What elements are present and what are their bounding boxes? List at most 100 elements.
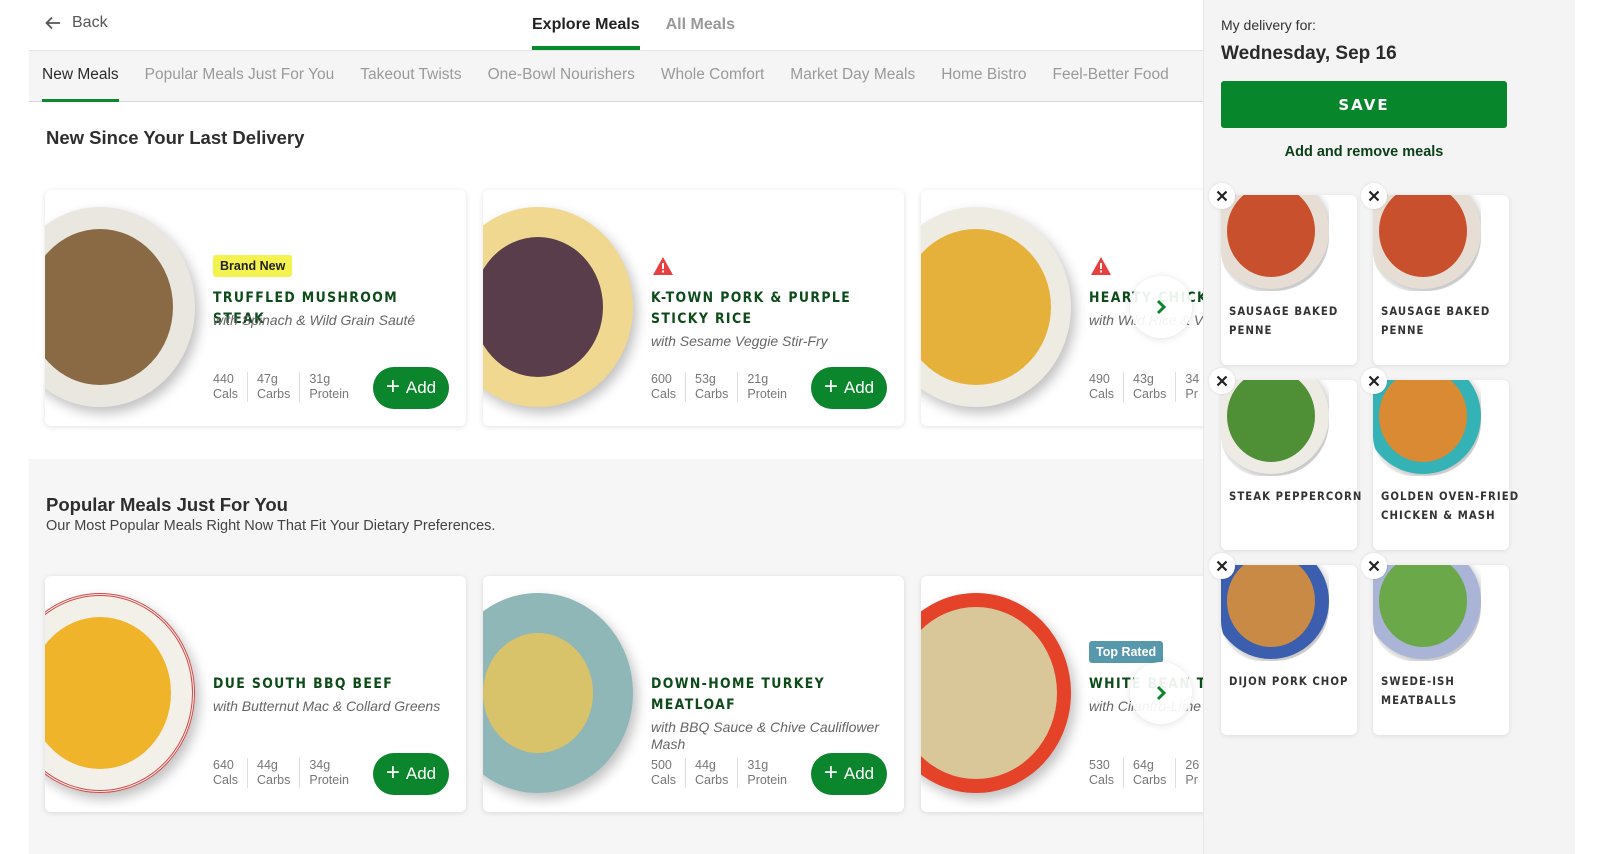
remove-meal-button[interactable]: [1361, 553, 1387, 579]
top-bar: Back Explore Meals All Meals: [0, 0, 1232, 50]
meal-image: [1221, 195, 1329, 291]
save-button[interactable]: SAVE: [1221, 81, 1507, 128]
category-tab-market-day-meals[interactable]: Market Day Meals: [790, 51, 915, 102]
category-tab-one-bowl-nourishers[interactable]: One-Bowl Nourishers: [488, 51, 635, 102]
meal-image: [483, 207, 633, 407]
meal-subtitle: with Sesame Veggie Stir-Fry: [651, 333, 828, 349]
selected-meal-name: SWEDE-ISH MEATBALLS: [1381, 674, 1458, 707]
section-new-since-last-delivery: New Since Your Last Delivery Brand New T…: [29, 102, 1232, 459]
meal-subtitle: with Spinach & Wild Grain Sauté: [213, 312, 416, 328]
meal-card[interactable]: Brand New TRUFFLED MUSHROOM STEAK with S…: [45, 190, 466, 426]
add-meal-button[interactable]: + Add: [373, 367, 449, 409]
calories: 440 Cals: [213, 372, 239, 401]
selected-meal-name: SAUSAGE BAKED PENNE: [1229, 304, 1339, 337]
selected-meal-card[interactable]: STEAK PEPPERCORN: [1221, 380, 1361, 550]
meal-image: [921, 207, 1071, 407]
carbs: 64g Carbs: [1123, 758, 1175, 788]
selected-meal-name: STEAK PEPPERCORN: [1229, 489, 1363, 503]
meal-card[interactable]: DOWN-HOME TURKEY MEATLOAF with BBQ Sauce…: [483, 576, 904, 812]
section-subtitle: Our Most Popular Meals Right Now That Fi…: [46, 518, 496, 534]
main-content: Back Explore Meals All Meals New Meals P…: [0, 0, 1232, 854]
protein: 34g Protein: [299, 758, 358, 788]
category-tab-feel-better-food[interactable]: Feel-Better Food: [1052, 51, 1168, 102]
selected-meal-card[interactable]: SAUSAGE BAKED PENNE: [1221, 195, 1357, 365]
category-tab-new-meals[interactable]: New Meals: [42, 51, 119, 103]
carbs: 53g Carbs: [685, 372, 737, 402]
category-tab-popular-meals[interactable]: Popular Meals Just For You: [145, 51, 335, 102]
tab-explore-meals[interactable]: Explore Meals: [532, 0, 640, 50]
carousel-next-button[interactable]: [1130, 276, 1192, 338]
chevron-right-icon: [1156, 685, 1167, 701]
nutrition-info: 500 Cals 44g Carbs 31g Protein: [651, 758, 796, 788]
meal-subtitle: with Butternut Mac & Collard Greens: [213, 698, 441, 714]
protein: 21g Protein: [737, 372, 796, 402]
meal-subtitle: with BBQ Sauce & Chive Cauliflower Mash: [651, 719, 879, 752]
category-nav: New Meals Popular Meals Just For You Tak…: [29, 50, 1232, 103]
protein: 31g Protein: [299, 372, 358, 402]
meal-image: [45, 593, 195, 793]
meal-card[interactable]: K-TOWN PORK & PURPLE STICKY RICE with Se…: [483, 190, 904, 426]
meal-card[interactable]: DUE SOUTH BBQ BEEF with Butternut Mac & …: [45, 576, 466, 812]
protein: 31g Protein: [737, 758, 796, 788]
nutrition-info: 490 Cals 43g Carbs 34 Pr: [1089, 372, 1208, 402]
plus-icon: +: [385, 373, 400, 400]
meal-name: DUE SOUTH BBQ BEEF: [213, 676, 394, 692]
back-button[interactable]: Back: [44, 14, 108, 32]
carbs: 43g Carbs: [1123, 372, 1175, 402]
close-icon: [1368, 375, 1380, 387]
selected-meal-card[interactable]: DIJON PORK CHOP: [1221, 565, 1357, 735]
selected-meal-card[interactable]: SAUSAGE BAKED PENNE: [1373, 195, 1509, 365]
remove-meal-button[interactable]: [1209, 183, 1235, 209]
nutrition-info: 640 Cals 44g Carbs 34g Protein: [213, 758, 358, 788]
category-tab-home-bistro[interactable]: Home Bistro: [941, 51, 1026, 102]
close-icon: [1216, 190, 1228, 202]
selected-meal-card[interactable]: GOLDEN OVEN-FRIED CHICKEN & MASH: [1373, 380, 1518, 550]
plus-icon: +: [385, 759, 400, 786]
selected-meal-name: GOLDEN OVEN-FRIED CHICKEN & MASH: [1381, 489, 1520, 522]
remove-meal-button[interactable]: [1209, 368, 1235, 394]
selected-meal-card[interactable]: SWEDE-ISH MEATBALLS: [1373, 565, 1509, 735]
remove-meal-button[interactable]: [1209, 553, 1235, 579]
category-tab-whole-comfort[interactable]: Whole Comfort: [661, 51, 764, 102]
meal-image: [1221, 380, 1329, 476]
tab-all-meals[interactable]: All Meals: [666, 0, 735, 50]
remove-meal-button[interactable]: [1361, 368, 1387, 394]
top-rated-badge: Top Rated: [1089, 641, 1164, 663]
meal-image: [45, 207, 195, 407]
delivery-sidebar: My delivery for: Wednesday, Sep 16 SAVE …: [1203, 0, 1575, 854]
warning-icon: [653, 257, 673, 275]
carousel-next-button[interactable]: [1130, 662, 1192, 724]
close-icon: [1368, 560, 1380, 572]
close-icon: [1368, 190, 1380, 202]
warning-icon: [1091, 257, 1111, 275]
carbs: 44g Carbs: [685, 758, 737, 788]
selected-meal-name: DIJON PORK CHOP: [1229, 674, 1349, 688]
carbs: 47g Carbs: [247, 372, 299, 402]
category-tab-takeout-twists[interactable]: Takeout Twists: [360, 51, 461, 102]
brand-new-badge: Brand New: [213, 255, 293, 277]
add-meal-button[interactable]: + Add: [811, 367, 887, 409]
section-popular-meals: Popular Meals Just For You Our Most Popu…: [29, 459, 1232, 854]
view-tabs: Explore Meals All Meals: [532, 0, 735, 50]
delivery-date: Wednesday, Sep 16: [1221, 43, 1397, 64]
meal-planner-page: Back Explore Meals All Meals New Meals P…: [0, 0, 1600, 854]
add-meal-button[interactable]: + Add: [373, 753, 449, 795]
meal-image: [1373, 195, 1481, 291]
calories: 500 Cals: [651, 758, 677, 787]
close-icon: [1216, 375, 1228, 387]
calories: 530 Cals: [1089, 758, 1115, 787]
meal-name: DOWN-HOME TURKEY MEATLOAF: [651, 676, 826, 713]
section-title: Popular Meals Just For You: [46, 494, 288, 515]
add-remove-meals-link[interactable]: Add and remove meals: [1221, 144, 1507, 160]
section-title: New Since Your Last Delivery: [46, 127, 305, 148]
meal-image: [1221, 565, 1329, 661]
selected-meal-name: SAUSAGE BAKED PENNE: [1381, 304, 1491, 337]
nutrition-info: 530 Cals 64g Carbs 26 Pr: [1089, 758, 1208, 788]
arrow-left-icon: [45, 16, 60, 30]
remove-meal-button[interactable]: [1361, 183, 1387, 209]
add-meal-button[interactable]: + Add: [811, 753, 887, 795]
nutrition-info: 440 Cals 47g Carbs 31g Protein: [213, 372, 358, 402]
meal-image: [1373, 565, 1481, 661]
back-label: Back: [72, 14, 108, 31]
nutrition-info: 600 Cals 53g Carbs 21g Protein: [651, 372, 796, 402]
